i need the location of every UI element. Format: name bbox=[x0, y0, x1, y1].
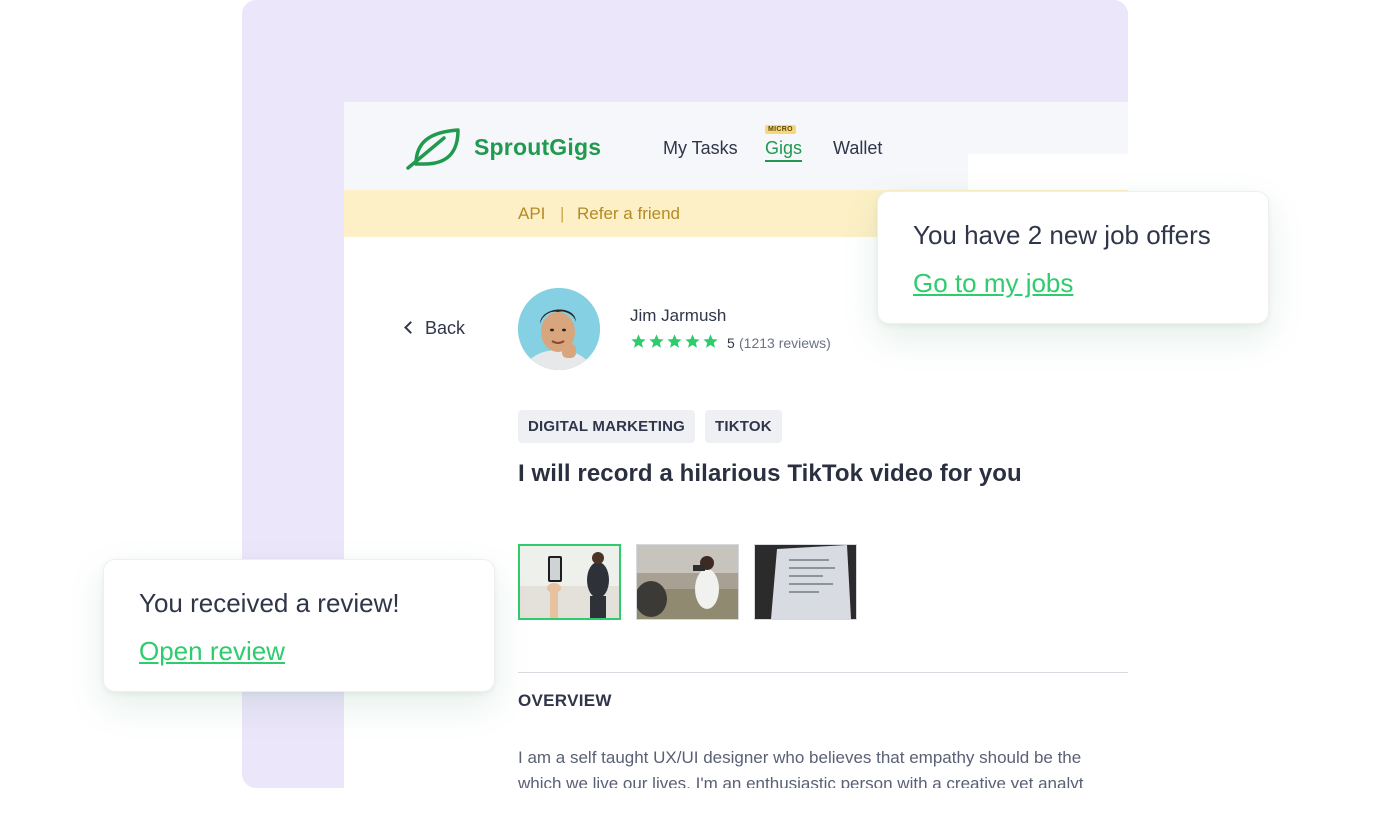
star-icon bbox=[631, 334, 646, 348]
star-icon bbox=[703, 334, 718, 348]
go-to-my-jobs-link[interactable]: Go to my jobs bbox=[913, 268, 1073, 299]
seller-name[interactable]: Jim Jarmush bbox=[630, 306, 726, 326]
review-notification: You received a review! Open review bbox=[103, 559, 495, 692]
job-offers-notification: You have 2 new job offers Go to my jobs bbox=[877, 191, 1269, 324]
thumbnail-image bbox=[755, 545, 856, 619]
overview-line: I am a self taught UX/UI designer who be… bbox=[518, 748, 1082, 767]
avatar[interactable] bbox=[518, 288, 600, 370]
back-label: Back bbox=[425, 318, 466, 338]
star-icon bbox=[667, 334, 682, 348]
subnav-separator: | bbox=[560, 204, 565, 223]
section-divider bbox=[518, 672, 1128, 673]
job-offers-message: You have 2 new job offers bbox=[913, 220, 1211, 250]
overview-heading: OVERVIEW bbox=[518, 691, 612, 710]
tag-digital-marketing[interactable]: DIGITAL MARKETING bbox=[518, 410, 696, 443]
avatar-photo bbox=[518, 288, 600, 370]
thumbnail-image bbox=[520, 546, 619, 618]
refer-a-friend-link[interactable]: Refer a friend bbox=[577, 204, 680, 224]
star-icon bbox=[685, 334, 700, 348]
rating-value: 5 bbox=[727, 335, 735, 351]
gallery-thumbnail-3[interactable] bbox=[754, 544, 857, 620]
review-message: You received a review! bbox=[139, 588, 400, 618]
rating-stars bbox=[630, 333, 720, 351]
api-link[interactable]: API bbox=[518, 204, 545, 224]
nav-gigs[interactable]: Gigs bbox=[765, 138, 803, 162]
nav-wallet[interactable]: Wallet bbox=[833, 138, 882, 159]
top-navigation-bar: SproutGigs My Tasks MICRO Gigs Wallet bbox=[344, 102, 1128, 190]
review-count[interactable]: (1213 reviews) bbox=[739, 335, 831, 351]
leaf-logo-icon[interactable] bbox=[406, 124, 462, 170]
open-review-link[interactable]: Open review bbox=[139, 636, 285, 667]
chevron-left-icon bbox=[404, 321, 417, 334]
star-icon bbox=[649, 334, 664, 348]
thumbnail-image bbox=[637, 545, 738, 619]
tag-tiktok[interactable]: TIKTOK bbox=[705, 410, 782, 443]
overview-text: I am a self taught UX/UI designer who be… bbox=[518, 745, 1128, 788]
nav-my-tasks[interactable]: My Tasks bbox=[663, 138, 738, 159]
topbar-right-area bbox=[968, 154, 1128, 190]
brand-name[interactable]: SproutGigs bbox=[474, 134, 601, 161]
gig-title: I will record a hilarious TikTok video f… bbox=[518, 460, 1022, 487]
back-button[interactable]: Back bbox=[404, 318, 466, 339]
overview-line: which we live our lives. I'm an enthusia… bbox=[518, 774, 1084, 788]
micro-badge: MICRO bbox=[765, 125, 796, 134]
gallery-thumbnail-2[interactable] bbox=[636, 544, 739, 620]
gallery-thumbnail-1[interactable] bbox=[518, 544, 621, 620]
